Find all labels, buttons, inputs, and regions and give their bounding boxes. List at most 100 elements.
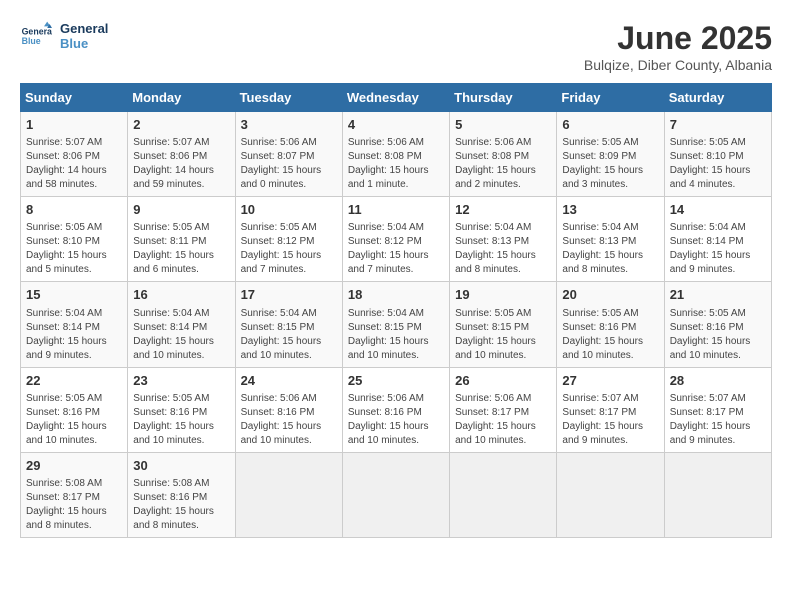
calendar-cell: 10 Sunrise: 5:05 AM Sunset: 8:12 PM Dayli… (235, 197, 342, 282)
day-number: 15 (26, 286, 122, 304)
day-number: 17 (241, 286, 337, 304)
calendar-cell: 4 Sunrise: 5:06 AM Sunset: 8:08 PM Daylig… (342, 112, 449, 197)
calendar-cell: 23 Sunrise: 5:05 AM Sunset: 8:16 PM Dayli… (128, 367, 235, 452)
day-number: 18 (348, 286, 444, 304)
day-info: Sunrise: 5:04 AM Sunset: 8:12 PM Dayligh… (348, 221, 444, 277)
calendar-cell: 1 Sunrise: 5:07 AM Sunset: 8:06 PM Daylig… (21, 112, 128, 197)
day-number: 12 (455, 201, 551, 219)
calendar-cell: 5 Sunrise: 5:06 AM Sunset: 8:08 PM Daylig… (450, 112, 557, 197)
calendar-cell: 30Sunrise: 5:08 AM Sunset: 8:16 PM Dayli… (128, 452, 235, 537)
day-number: 27 (562, 372, 658, 390)
day-number: 1 (26, 116, 122, 134)
day-info: Sunrise: 5:04 AM Sunset: 8:14 PM Dayligh… (670, 221, 766, 277)
calendar-cell (235, 452, 342, 537)
day-number: 22 (26, 372, 122, 390)
day-info: Sunrise: 5:07 AM Sunset: 8:17 PM Dayligh… (670, 392, 766, 448)
calendar-cell: 25Sunrise: 5:06 AM Sunset: 8:16 PM Dayli… (342, 367, 449, 452)
calendar-cell: 15Sunrise: 5:04 AM Sunset: 8:14 PM Dayli… (21, 282, 128, 367)
logo-icon: General Blue (20, 20, 52, 52)
day-number: 29 (26, 457, 122, 475)
day-info: Sunrise: 5:04 AM Sunset: 8:15 PM Dayligh… (241, 307, 337, 363)
calendar-cell: 27 Sunrise: 5:07 AM Sunset: 8:17 PM Dayli… (557, 367, 664, 452)
day-number: 16 (133, 286, 229, 304)
calendar-table: Sunday Monday Tuesday Wednesday Thursday… (20, 83, 772, 538)
page-header: General Blue General Blue June 2025 Bulq… (20, 20, 772, 73)
day-info: Sunrise: 5:05 AM Sunset: 8:10 PM Dayligh… (26, 221, 122, 277)
month-title: June 2025 (584, 20, 772, 57)
day-number: 25 (348, 372, 444, 390)
day-info: Sunrise: 5:06 AM Sunset: 8:07 PM Dayligh… (241, 136, 337, 192)
calendar-week-row: 15 Sunrise: 5:04 AM Sunset: 8:14 PM Dayli… (21, 282, 772, 367)
calendar-cell: 9Sunrise: 5:05 AM Sunset: 8:11 PM Daylig… (128, 197, 235, 282)
calendar-week-row: 29 Sunrise: 5:08 AM Sunset: 8:17 PM Dayli… (21, 452, 772, 537)
day-number: 14 (670, 201, 766, 219)
day-number: 28 (670, 372, 766, 390)
day-info: Sunrise: 5:05 AM Sunset: 8:16 PM Dayligh… (26, 392, 122, 448)
day-number: 21 (670, 286, 766, 304)
day-info: Sunrise: 5:07 AM Sunset: 8:06 PM Dayligh… (26, 136, 122, 192)
day-info: Sunrise: 5:06 AM Sunset: 8:16 PM Dayligh… (241, 392, 337, 448)
day-info: Sunrise: 5:04 AM Sunset: 8:14 PM Dayligh… (133, 307, 229, 363)
calendar-cell: 26Sunrise: 5:06 AM Sunset: 8:17 PM Dayli… (450, 367, 557, 452)
calendar-week-row: 8 Sunrise: 5:05 AM Sunset: 8:10 PM Daylig… (21, 197, 772, 282)
day-number: 11 (348, 201, 444, 219)
day-number: 26 (455, 372, 551, 390)
day-info: Sunrise: 5:04 AM Sunset: 8:13 PM Dayligh… (562, 221, 658, 277)
logo: General Blue General Blue (20, 20, 108, 52)
day-number: 20 (562, 286, 658, 304)
day-number: 13 (562, 201, 658, 219)
col-friday: Friday (557, 84, 664, 112)
day-info: Sunrise: 5:05 AM Sunset: 8:11 PM Dayligh… (133, 221, 229, 277)
calendar-cell (342, 452, 449, 537)
calendar-cell: 22 Sunrise: 5:05 AM Sunset: 8:16 PM Dayli… (21, 367, 128, 452)
col-tuesday: Tuesday (235, 84, 342, 112)
calendar-header-row: Sunday Monday Tuesday Wednesday Thursday… (21, 84, 772, 112)
day-info: Sunrise: 5:06 AM Sunset: 8:08 PM Dayligh… (455, 136, 551, 192)
day-number: 5 (455, 116, 551, 134)
calendar-cell (664, 452, 771, 537)
calendar-cell: 20 Sunrise: 5:05 AM Sunset: 8:16 PM Dayli… (557, 282, 664, 367)
location-subtitle: Bulqize, Diber County, Albania (584, 57, 772, 73)
calendar-cell: 29 Sunrise: 5:08 AM Sunset: 8:17 PM Dayli… (21, 452, 128, 537)
calendar-cell: 17 Sunrise: 5:04 AM Sunset: 8:15 PM Dayli… (235, 282, 342, 367)
col-thursday: Thursday (450, 84, 557, 112)
calendar-cell: 6 Sunrise: 5:05 AM Sunset: 8:09 PM Daylig… (557, 112, 664, 197)
day-number: 8 (26, 201, 122, 219)
calendar-cell: 7Sunrise: 5:05 AM Sunset: 8:10 PM Daylig… (664, 112, 771, 197)
day-info: Sunrise: 5:06 AM Sunset: 8:08 PM Dayligh… (348, 136, 444, 192)
calendar-cell (557, 452, 664, 537)
day-info: Sunrise: 5:05 AM Sunset: 8:09 PM Dayligh… (562, 136, 658, 192)
day-number: 6 (562, 116, 658, 134)
day-info: Sunrise: 5:07 AM Sunset: 8:06 PM Dayligh… (133, 136, 229, 192)
day-info: Sunrise: 5:05 AM Sunset: 8:12 PM Dayligh… (241, 221, 337, 277)
day-info: Sunrise: 5:05 AM Sunset: 8:16 PM Dayligh… (670, 307, 766, 363)
calendar-cell: 16 Sunrise: 5:04 AM Sunset: 8:14 PM Dayli… (128, 282, 235, 367)
day-number: 3 (241, 116, 337, 134)
day-number: 7 (670, 116, 766, 134)
calendar-cell: 13 Sunrise: 5:04 AM Sunset: 8:13 PM Dayli… (557, 197, 664, 282)
day-info: Sunrise: 5:05 AM Sunset: 8:16 PM Dayligh… (133, 392, 229, 448)
logo-blue: Blue (60, 36, 108, 51)
calendar-week-row: 1 Sunrise: 5:07 AM Sunset: 8:06 PM Daylig… (21, 112, 772, 197)
day-number: 23 (133, 372, 229, 390)
calendar-cell: 8 Sunrise: 5:05 AM Sunset: 8:10 PM Daylig… (21, 197, 128, 282)
day-info: Sunrise: 5:05 AM Sunset: 8:16 PM Dayligh… (562, 307, 658, 363)
calendar-cell: 28 Sunrise: 5:07 AM Sunset: 8:17 PM Dayli… (664, 367, 771, 452)
day-number: 4 (348, 116, 444, 134)
day-info: Sunrise: 5:07 AM Sunset: 8:17 PM Dayligh… (562, 392, 658, 448)
calendar-cell: 19Sunrise: 5:05 AM Sunset: 8:15 PM Dayli… (450, 282, 557, 367)
calendar-cell: 21 Sunrise: 5:05 AM Sunset: 8:16 PM Dayli… (664, 282, 771, 367)
calendar-cell: 24 Sunrise: 5:06 AM Sunset: 8:16 PM Dayli… (235, 367, 342, 452)
calendar-cell: 11 Sunrise: 5:04 AM Sunset: 8:12 PM Dayli… (342, 197, 449, 282)
day-number: 24 (241, 372, 337, 390)
col-sunday: Sunday (21, 84, 128, 112)
day-info: Sunrise: 5:08 AM Sunset: 8:17 PM Dayligh… (26, 477, 122, 533)
svg-text:Blue: Blue (22, 36, 41, 46)
day-number: 2 (133, 116, 229, 134)
calendar-cell: 3 Sunrise: 5:06 AM Sunset: 8:07 PM Daylig… (235, 112, 342, 197)
day-number: 10 (241, 201, 337, 219)
day-number: 30 (133, 457, 229, 475)
col-wednesday: Wednesday (342, 84, 449, 112)
calendar-cell (450, 452, 557, 537)
title-section: June 2025 Bulqize, Diber County, Albania (584, 20, 772, 73)
